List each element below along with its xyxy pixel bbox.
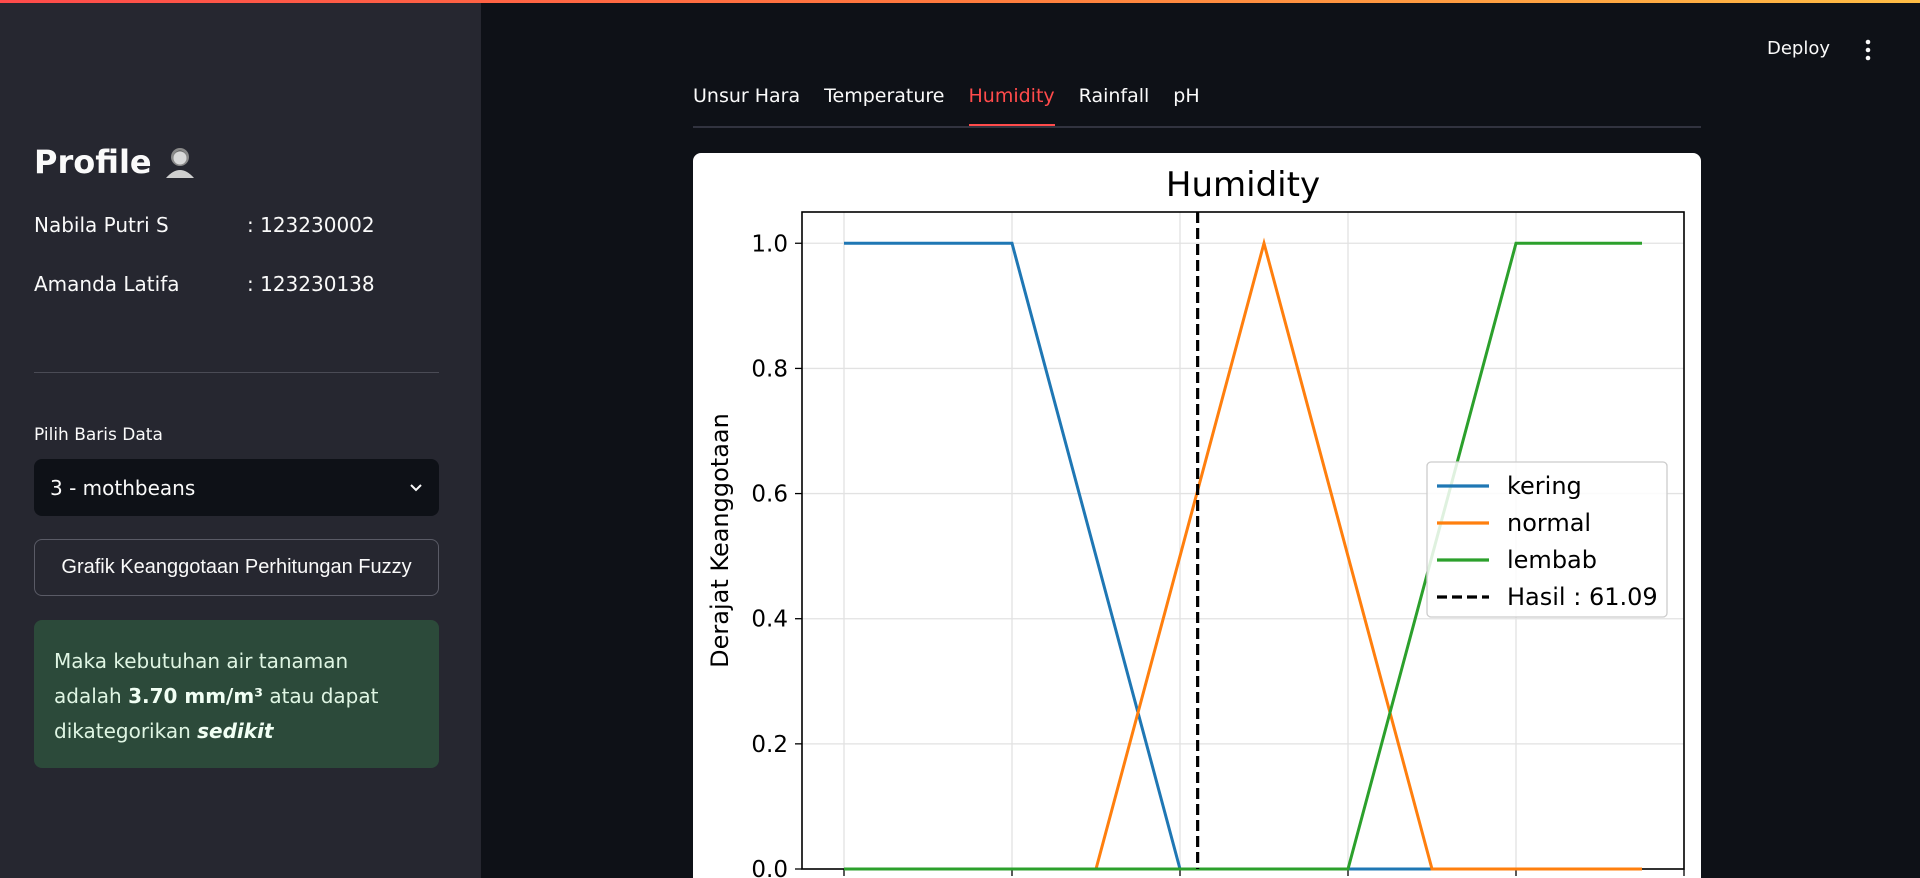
top-accent-bar bbox=[0, 0, 1920, 3]
tab-temperature[interactable]: Temperature bbox=[824, 85, 944, 127]
member-id: : 123230002 bbox=[247, 213, 375, 237]
humidity-chart: Humidity 0.0 0.2 0.4 0.6 0.8 1.0 Derajat Keangg… bbox=[693, 153, 1701, 878]
member-row: Amanda Latifa : 123230138 bbox=[34, 272, 375, 296]
y-tick-label: 0.6 bbox=[751, 482, 788, 508]
member-name: Amanda Latifa bbox=[34, 272, 180, 296]
member-row: Nabila Putri S : 123230002 bbox=[34, 213, 375, 237]
tab-underline bbox=[693, 126, 1701, 128]
y-tick-label: 0.2 bbox=[751, 732, 788, 758]
sidebar: Profile Nabila Putri S : 123230002 Amand… bbox=[0, 0, 481, 878]
y-tick-label: 1.0 bbox=[751, 231, 788, 257]
y-tick-label: 0.0 bbox=[751, 857, 788, 878]
y-axis-label: Derajat Keanggotaan bbox=[706, 413, 734, 668]
select-label: Pilih Baris Data bbox=[34, 425, 163, 445]
result-alert: Maka kebutuhan air tanaman adalah 3.70 m… bbox=[34, 620, 439, 768]
data-row-select[interactable]: 3 - mothbeans bbox=[34, 459, 439, 516]
tab-unsur-hara[interactable]: Unsur Hara bbox=[693, 85, 800, 127]
fuzzy-chart-button[interactable]: Grafik Keanggotaan Perhitungan Fuzzy bbox=[34, 539, 439, 596]
more-options-icon[interactable] bbox=[1860, 38, 1876, 62]
legend-label: kering bbox=[1507, 472, 1582, 500]
person-icon bbox=[165, 148, 194, 178]
deploy-button[interactable]: Deploy bbox=[1767, 38, 1830, 59]
result-value: 3.70 mm/m³ bbox=[128, 684, 263, 708]
chevron-down-icon bbox=[410, 483, 422, 491]
tab-bar: Unsur Hara Temperature Humidity Rainfall… bbox=[693, 85, 1200, 127]
legend-label: Hasil : 61.09 bbox=[1507, 583, 1658, 611]
y-tick-label: 0.8 bbox=[751, 356, 788, 382]
sidebar-divider bbox=[34, 372, 439, 373]
chart-svg: Humidity 0.0 0.2 0.4 0.6 0.8 1.0 Derajat Keangg… bbox=[706, 165, 1685, 878]
member-name: Nabila Putri S bbox=[34, 213, 169, 237]
tab-rainfall[interactable]: Rainfall bbox=[1079, 85, 1150, 127]
member-id: : 123230138 bbox=[247, 272, 375, 296]
tab-humidity[interactable]: Humidity bbox=[968, 85, 1055, 127]
profile-title: Profile bbox=[34, 143, 198, 181]
y-tick-label: 0.4 bbox=[751, 607, 788, 633]
chart-title: Humidity bbox=[1166, 165, 1320, 205]
tab-ph[interactable]: pH bbox=[1173, 85, 1199, 127]
legend-label: normal bbox=[1507, 509, 1591, 537]
result-category: sedikit bbox=[197, 719, 274, 743]
legend-label: lembab bbox=[1507, 546, 1597, 574]
select-value: 3 - mothbeans bbox=[50, 475, 196, 500]
profile-title-text: Profile bbox=[34, 143, 152, 181]
